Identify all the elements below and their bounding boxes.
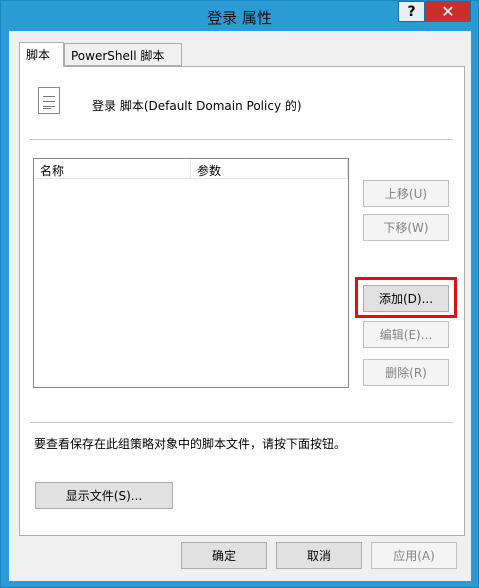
move-up-button[interactable]: 上移(U) [363,180,449,207]
cancel-button[interactable]: 取消 [276,542,362,569]
help-button[interactable]: ? [398,1,425,22]
script-document-icon [38,87,60,114]
edit-button[interactable]: 编辑(E)... [363,321,449,348]
show-files-button[interactable]: 显示文件(S)... [35,482,173,509]
list-header: 名称 参数 [34,159,348,179]
column-header-name[interactable]: 名称 [34,159,191,179]
column-header-parameters[interactable]: 参数 [191,159,348,179]
show-files-hint: 要查看保存在此组策略对象中的脚本文件，请按下面按钮。 [34,437,347,451]
tab-scripts[interactable]: 脚本 [19,42,64,67]
divider [30,139,453,140]
dialog-client-area: 脚本 PowerShell 脚本 登录 脚本(Default Domain Po… [9,31,471,581]
move-down-button[interactable]: 下移(W) [363,214,449,241]
apply-button[interactable]: 应用(A) [371,542,457,569]
scripts-list[interactable]: 名称 参数 [33,158,349,388]
close-button[interactable]: ✕ [425,1,471,22]
ok-button[interactable]: 确定 [181,542,267,569]
panel-heading: 登录 脚本(Default Domain Policy 的) [92,99,302,113]
tab-powershell-scripts[interactable]: PowerShell 脚本 [64,43,182,66]
divider [30,422,453,423]
close-icon: ✕ [441,2,455,21]
tab-panel-scripts: 登录 脚本(Default Domain Policy 的) 名称 参数 上移(… [19,66,465,536]
help-icon: ? [407,3,416,20]
title-bar[interactable]: 登录 属性 ? ✕ [1,1,478,31]
remove-button[interactable]: 删除(R) [363,359,449,386]
add-button[interactable]: 添加(D)... [363,285,449,312]
properties-dialog: 登录 属性 ? ✕ 脚本 PowerShell 脚本 登录 脚本(Default… [0,0,479,588]
